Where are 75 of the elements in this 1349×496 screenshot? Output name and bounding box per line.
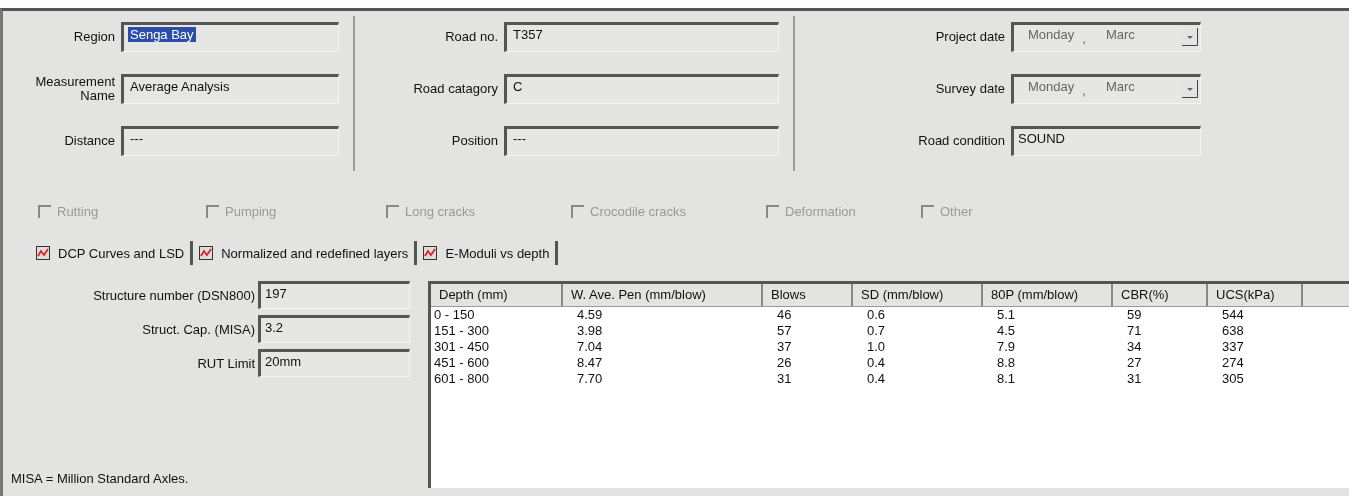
- text-field[interactable]: 197: [258, 281, 410, 309]
- text-field[interactable]: C: [504, 74, 779, 104]
- table-cell-text: 5.1: [996, 307, 1017, 323]
- line-chart-icon: [36, 246, 50, 260]
- table-cell-text: 26: [776, 355, 793, 371]
- table-cell-text: 601 - 800: [433, 371, 490, 387]
- table-cell-text: 305: [1221, 371, 1245, 387]
- table-cell-text: 1.0: [866, 339, 887, 355]
- tab[interactable]: Normalized and redefined layers: [193, 241, 418, 265]
- column-header[interactable]: UCS(kPa): [1208, 284, 1303, 306]
- column-header[interactable]: Depth (mm): [431, 284, 563, 306]
- field-label: Road condition: [917, 134, 1006, 148]
- table-cell-text: 8.47: [576, 355, 604, 371]
- table-cell-text: 27: [1126, 355, 1143, 371]
- text-field[interactable]: 20mm: [258, 349, 410, 377]
- field-label: Structure number (DSN800): [92, 287, 256, 303]
- date-picker[interactable]: Monday , Marc: [1011, 22, 1201, 52]
- column-header[interactable]: Blows: [763, 284, 853, 306]
- date-picker[interactable]: Monday , Marc: [1011, 74, 1201, 104]
- tab[interactable]: E-Moduli vs depth: [417, 241, 559, 265]
- field-label: Position: [450, 134, 499, 148]
- line-chart-icon: [199, 246, 214, 260]
- text-field[interactable]: ---: [121, 126, 339, 156]
- table-cell-text: 37: [776, 339, 793, 355]
- table-cell-text: 151 - 300: [433, 323, 490, 339]
- table-cell-text: 0.4: [866, 371, 887, 387]
- table-cell-text: 0 - 150: [433, 307, 476, 323]
- table-cell-text: 8.8: [996, 355, 1017, 371]
- text-field[interactable]: ---: [504, 126, 779, 156]
- table-cell-text: 274: [1221, 355, 1245, 371]
- field-label: RUT Limit: [196, 355, 256, 371]
- text-field[interactable]: Average Analysis: [121, 74, 339, 104]
- field-label: Struct. Cap. (MISA): [141, 321, 256, 337]
- table-cell-text: 46: [776, 307, 793, 323]
- table-cell-text: 7.04: [576, 339, 604, 355]
- dropdown-arrow-icon[interactable]: [1182, 80, 1198, 98]
- table-cell-text: 34: [1126, 339, 1143, 355]
- table-cell-text: 31: [776, 371, 793, 387]
- field-label: Road no.: [444, 30, 499, 44]
- text-field[interactable]: SOUND: [1011, 126, 1201, 156]
- field-label: Road catagory: [412, 82, 499, 96]
- table-cell-text: 57: [776, 323, 793, 339]
- table-cell-text: 7.70: [576, 371, 604, 387]
- text-field[interactable]: 3.2: [258, 315, 410, 343]
- text-field[interactable]: T357: [504, 22, 779, 52]
- column-header[interactable]: W. Ave. Pen (mm/blow): [563, 284, 763, 306]
- table-cell-text: 337: [1221, 339, 1245, 355]
- table-cell-text: 0.6: [866, 307, 887, 323]
- table-cell-text: 451 - 600: [433, 355, 490, 371]
- tab[interactable]: DCP Curves and LSD: [36, 241, 194, 265]
- table-cell-text: 7.9: [996, 339, 1017, 355]
- field-label: Region: [72, 30, 116, 44]
- table-cell-text: 71: [1126, 323, 1143, 339]
- table-cell-text: 8.1: [996, 371, 1017, 387]
- field-label: Survey date: [934, 82, 1006, 96]
- field-label: Project date: [934, 30, 1006, 44]
- table-cell-text: 3.98: [576, 323, 604, 339]
- column-header[interactable]: CBR(%): [1113, 284, 1208, 306]
- table-cell-text: 31: [1126, 371, 1143, 387]
- table-cell-text: 544: [1221, 307, 1245, 323]
- table-cell-text: 59: [1126, 307, 1143, 323]
- field-label: Distance: [63, 134, 116, 148]
- table-cell-text: 301 - 450: [433, 339, 490, 355]
- text-field[interactable]: Senga Bay: [121, 22, 339, 52]
- table-cell-text: 4.5: [996, 323, 1017, 339]
- table-cell-text: 0.4: [866, 355, 887, 371]
- table-cell-text: 0.7: [866, 323, 887, 339]
- footnote: MISA = Million Standard Axles.: [10, 471, 190, 488]
- dropdown-arrow-icon[interactable]: [1182, 28, 1198, 46]
- column-header[interactable]: SD (mm/blow): [853, 284, 983, 306]
- field-label: Measurement Name: [34, 75, 116, 103]
- column-header[interactable]: 80P (mm/blow): [983, 284, 1113, 306]
- table-cell-text: 638: [1221, 323, 1245, 339]
- table-cell-text: 4.59: [576, 307, 604, 323]
- line-chart-icon: [423, 246, 438, 260]
